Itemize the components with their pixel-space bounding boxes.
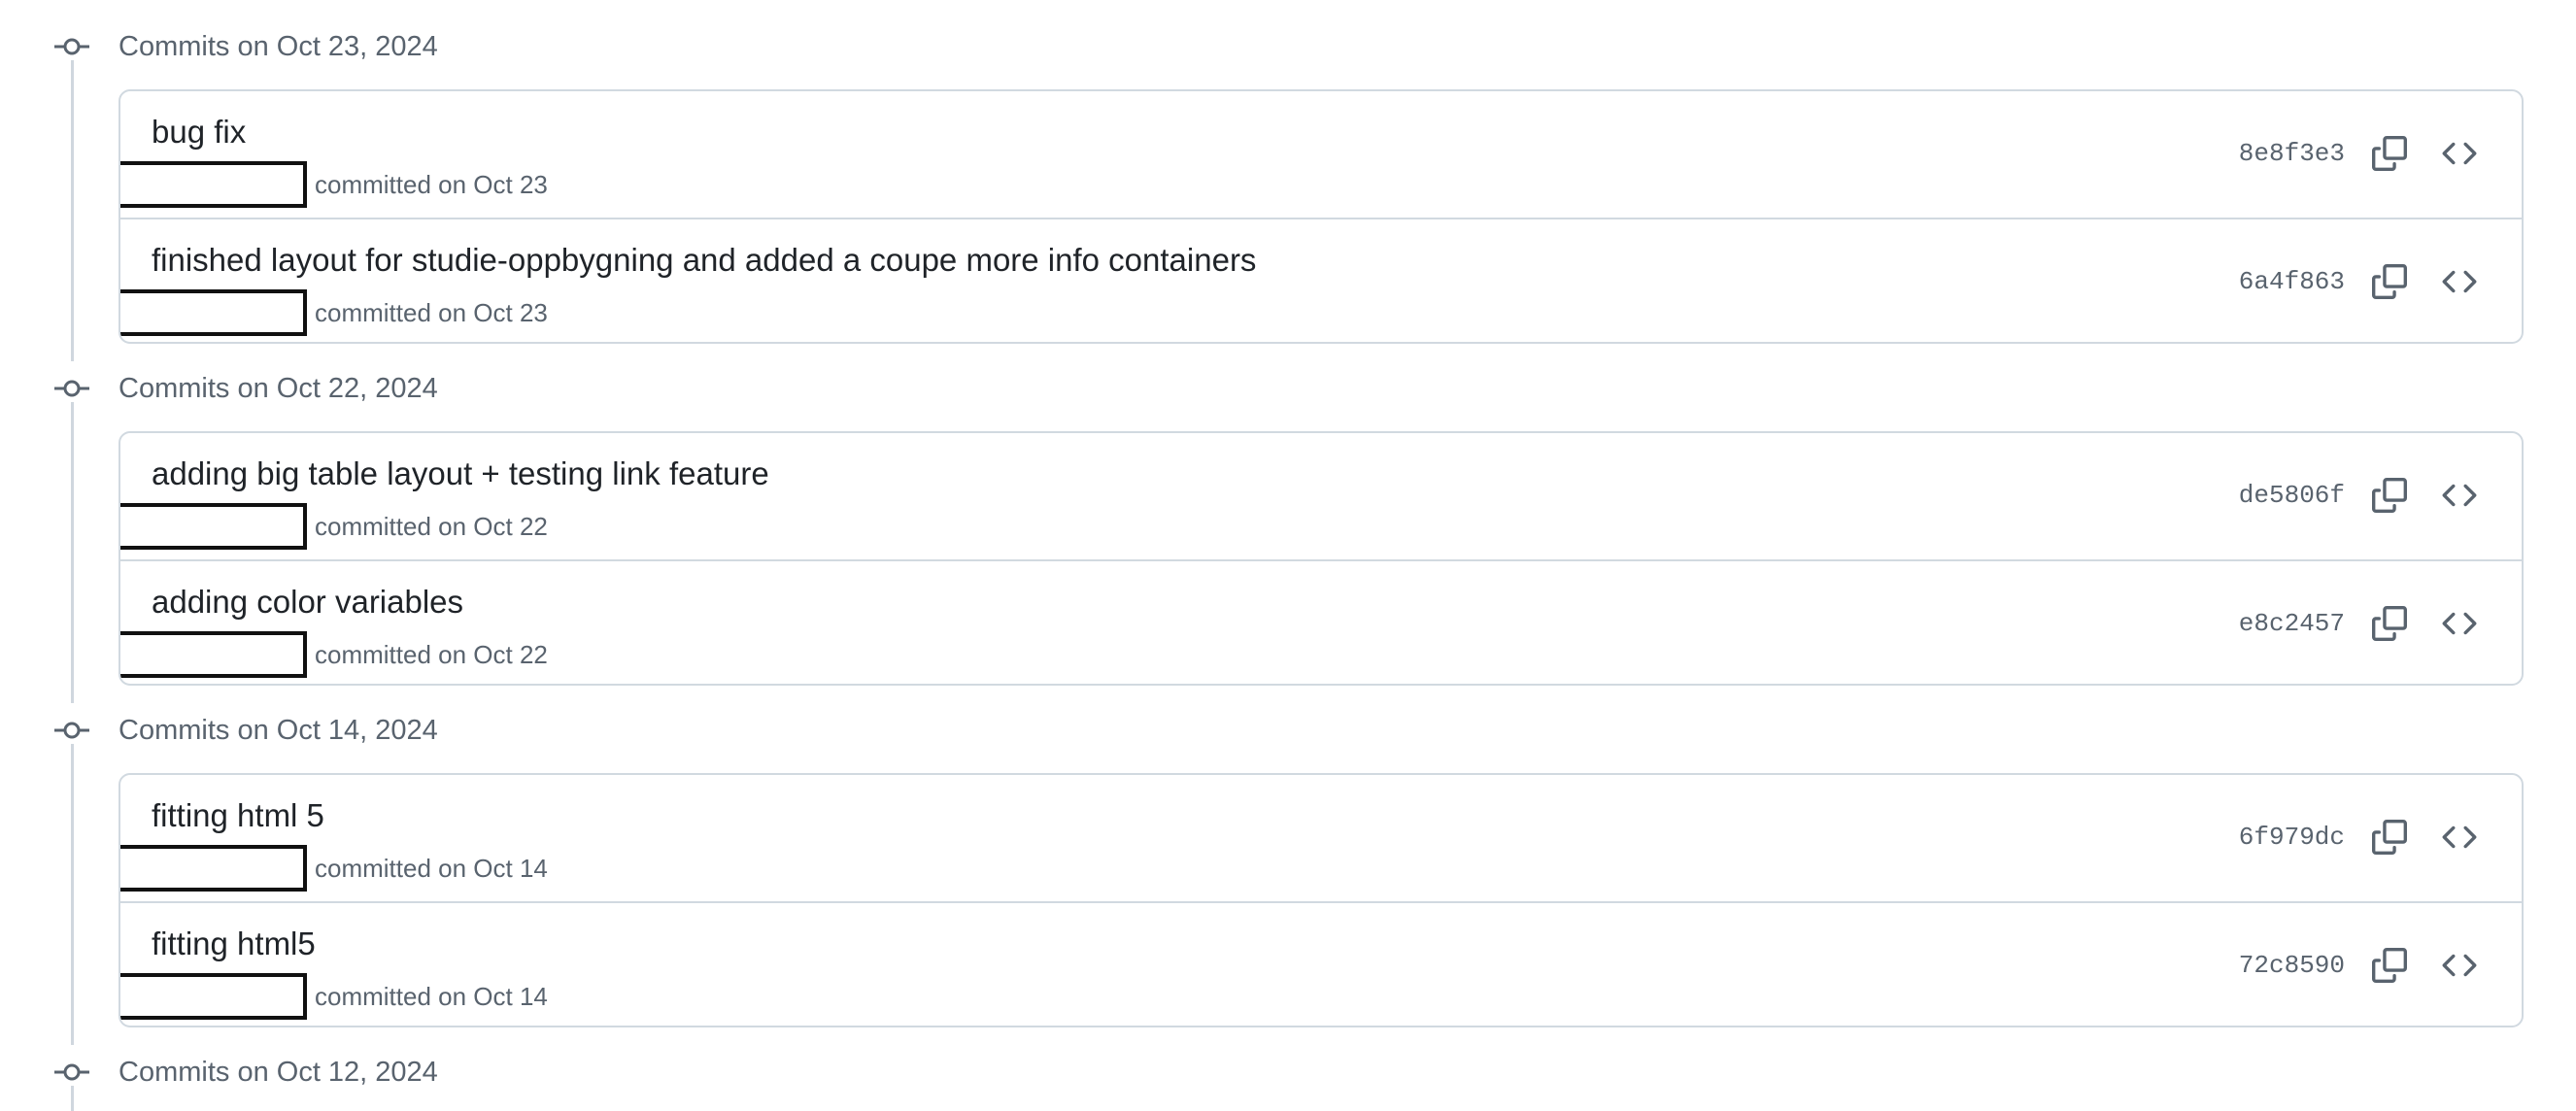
commit-sha-link[interactable]: 6f979dc: [2239, 818, 2345, 857]
code-icon: [2442, 825, 2477, 849]
commit-list: adding big table layout + testing link f…: [119, 431, 2524, 686]
git-commit-icon: [54, 722, 89, 739]
commit-date: committed on Oct 22: [315, 640, 548, 669]
commit-group-date: Commits on Oct 14, 2024: [119, 715, 438, 746]
git-commit-icon: [54, 38, 89, 55]
copy-sha-button[interactable]: [2366, 814, 2413, 860]
commit-title-link[interactable]: fitting html 5: [152, 794, 324, 837]
author-redacted: [120, 973, 307, 1020]
browse-repo-button[interactable]: [2436, 942, 2483, 989]
commit-group-date: Commits on Oct 23, 2024: [119, 31, 438, 62]
commit-date: committed on Oct 23: [315, 298, 548, 327]
code-icon: [2442, 270, 2477, 293]
commit-sha-link[interactable]: de5806f: [2239, 476, 2345, 515]
copy-icon: [2372, 948, 2407, 983]
copy-sha-button[interactable]: [2366, 472, 2413, 519]
copy-icon: [2372, 606, 2407, 641]
copy-sha-button[interactable]: [2366, 942, 2413, 989]
copy-sha-button[interactable]: [2366, 600, 2413, 647]
code-icon: [2442, 612, 2477, 635]
commit-row: adding color variables committed on Oct …: [120, 559, 2522, 684]
commit-row: fitting html5 committed on Oct 14 72c859…: [120, 901, 2522, 1026]
author-redacted: [120, 503, 307, 550]
git-commit-icon: [54, 380, 89, 397]
commit-row: finished layout for studie-oppbygning an…: [120, 218, 2522, 342]
copy-icon: [2372, 264, 2407, 299]
copy-sha-button[interactable]: [2366, 130, 2413, 177]
commit-list: bug fix committed on Oct 23 8e8f3e3 fini…: [119, 89, 2524, 344]
browse-repo-button[interactable]: [2436, 814, 2483, 860]
code-icon: [2442, 142, 2477, 165]
commit-title-link[interactable]: bug fix: [152, 111, 246, 153]
author-redacted: [120, 161, 307, 208]
browse-repo-button[interactable]: [2436, 600, 2483, 647]
commit-group-date: Commits on Oct 12, 2024: [119, 1057, 438, 1088]
commit-row: bug fix committed on Oct 23 8e8f3e3: [120, 91, 2522, 218]
timeline-line: [71, 1086, 74, 1111]
commit-title-link[interactable]: adding big table layout + testing link f…: [152, 453, 769, 495]
commit-date: committed on Oct 14: [315, 854, 548, 883]
commit-date: committed on Oct 14: [315, 982, 548, 1011]
git-commit-icon: [54, 1063, 89, 1081]
author-redacted: [120, 845, 307, 892]
timeline-line: [71, 60, 74, 361]
commit-sha-link[interactable]: 72c8590: [2239, 946, 2345, 985]
browse-repo-button[interactable]: [2436, 130, 2483, 177]
commit-sha-link[interactable]: 8e8f3e3: [2239, 134, 2345, 173]
commit-date: committed on Oct 22: [315, 512, 548, 541]
timeline-line: [71, 744, 74, 1045]
author-redacted: [120, 289, 307, 336]
copy-icon: [2372, 820, 2407, 855]
commit-list: fitting html 5 committed on Oct 14 6f979…: [119, 773, 2524, 1027]
commit-sha-link[interactable]: 6a4f863: [2239, 262, 2345, 301]
commit-group-date: Commits on Oct 22, 2024: [119, 373, 438, 404]
commit-title-link[interactable]: finished layout for studie-oppbygning an…: [152, 239, 1256, 282]
commit-title-link[interactable]: adding color variables: [152, 581, 463, 623]
commit-sha-link[interactable]: e8c2457: [2239, 604, 2345, 643]
commit-row: adding big table layout + testing link f…: [120, 433, 2522, 559]
browse-repo-button[interactable]: [2436, 472, 2483, 519]
browse-repo-button[interactable]: [2436, 258, 2483, 305]
commit-row: fitting html 5 committed on Oct 14 6f979…: [120, 775, 2522, 901]
code-icon: [2442, 954, 2477, 977]
commit-date: committed on Oct 23: [315, 170, 548, 199]
copy-icon: [2372, 478, 2407, 513]
code-icon: [2442, 484, 2477, 507]
timeline-line: [71, 402, 74, 703]
copy-icon: [2372, 136, 2407, 171]
commit-title-link[interactable]: fitting html5: [152, 923, 316, 965]
author-redacted: [120, 631, 307, 678]
copy-sha-button[interactable]: [2366, 258, 2413, 305]
